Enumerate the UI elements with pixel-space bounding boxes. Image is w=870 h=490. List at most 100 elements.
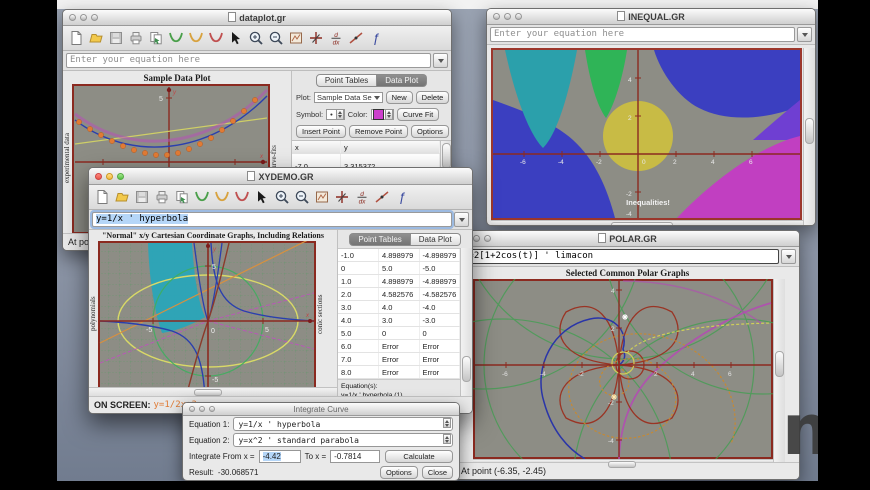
symbol-select[interactable]: • [326, 109, 345, 120]
table-row[interactable]: 0 5.0 -5.0 [338, 261, 460, 275]
close-button[interactable] [95, 172, 102, 180]
horizontal-scrollbar[interactable] [473, 459, 773, 468]
tab-point-tables[interactable]: Point Tables [315, 74, 378, 87]
integrate-titlebar[interactable]: Integrate Curve [183, 403, 459, 416]
pointer-icon[interactable] [228, 30, 244, 46]
inequal-graph[interactable]: -6 -4 -2 0 2 4 6 4 2 -2 -4 Inequalities! [491, 48, 802, 220]
zoom-button[interactable] [209, 406, 215, 412]
curve-orange-icon[interactable] [214, 189, 230, 205]
integral-icon[interactable] [368, 30, 384, 46]
table-row[interactable]: 8.0 Error Error [338, 365, 460, 379]
scroll-thumb[interactable] [608, 461, 636, 468]
table-row[interactable]: 7.0 Error Error [338, 352, 460, 366]
scroll-thumb[interactable] [194, 389, 222, 396]
column-header-y[interactable]: y [340, 141, 440, 154]
integral-icon[interactable] [394, 189, 410, 205]
zoom-button[interactable] [91, 14, 98, 21]
insert-point-button[interactable]: Insert Point [296, 125, 346, 138]
open-icon[interactable] [114, 189, 130, 205]
equation-input[interactable]: y=1/x ' hyperbola [92, 212, 452, 227]
minimize-button[interactable] [199, 406, 205, 412]
calculate-button[interactable]: Calculate [385, 449, 453, 463]
duplicate-icon[interactable] [174, 189, 190, 205]
tab-point-tables[interactable]: Point Tables [349, 233, 411, 246]
equation-input[interactable]: r=2[1+2cos(t)] ' limacon [459, 249, 779, 264]
curve-green-icon[interactable] [194, 189, 210, 205]
close-button[interactable]: Close [421, 465, 453, 479]
scroll-thumb[interactable] [462, 356, 471, 382]
tangent-icon[interactable] [374, 189, 390, 205]
options-button[interactable]: Options [379, 465, 418, 479]
save-icon[interactable] [108, 30, 124, 46]
curve-red-icon[interactable] [208, 30, 224, 46]
minimize-button[interactable] [80, 14, 87, 21]
equation-dropdown-button[interactable] [781, 249, 796, 264]
derivative-icon[interactable] [354, 189, 370, 205]
minimize-button[interactable] [504, 13, 511, 20]
zoom-in-icon[interactable] [248, 30, 264, 46]
zoom-out-icon[interactable] [294, 189, 310, 205]
scroll-thumb[interactable] [441, 143, 451, 169]
equation2-select[interactable]: y=x^2 ' standard parabola [233, 433, 453, 447]
pointer-icon[interactable] [254, 189, 270, 205]
delete-button[interactable]: Delete [415, 91, 450, 104]
zoom-button[interactable] [484, 235, 491, 242]
table-row[interactable]: 2.0 4.582576 -4.582576 [338, 287, 460, 301]
table-row[interactable]: 4.0 3.0 -3.0 [338, 313, 460, 327]
plot-window-icon[interactable] [288, 30, 304, 46]
color-select[interactable] [370, 109, 394, 120]
to-input[interactable]: -0.7814 [330, 449, 381, 463]
remove-point-button[interactable]: Remove Point [348, 125, 409, 138]
equation1-select[interactable]: y=1/x ' hyperbola [233, 417, 453, 431]
table-row[interactable]: 1.0 4.898979 -4.898979 [338, 274, 460, 288]
table-row[interactable]: -1.0 4.898979 -4.898979 [338, 249, 460, 262]
vertical-scrollbar[interactable] [803, 48, 815, 225]
minimize-button[interactable] [106, 172, 113, 180]
column-header-x[interactable]: x [292, 141, 341, 154]
equation-dropdown-button[interactable] [433, 53, 448, 68]
print-icon[interactable] [128, 30, 144, 46]
scroll-thumb[interactable] [611, 222, 673, 225]
equation-dropdown-button[interactable] [454, 212, 469, 227]
zoom-out-icon[interactable] [268, 30, 284, 46]
close-button[interactable] [493, 13, 500, 20]
zoom-button[interactable] [515, 13, 522, 20]
from-input[interactable]: -4.42 [258, 449, 301, 463]
duplicate-icon[interactable] [148, 30, 164, 46]
zoom-in-icon[interactable] [274, 189, 290, 205]
axes-icon[interactable] [334, 189, 350, 205]
table-scrollbar[interactable] [460, 248, 472, 396]
scroll-thumb[interactable] [805, 118, 814, 144]
print-icon[interactable] [154, 189, 170, 205]
plot-window-icon[interactable] [314, 189, 330, 205]
horizontal-scrollbar[interactable] [89, 387, 337, 396]
xydemo-titlebar[interactable]: XYDEMO.GR [89, 168, 472, 185]
new-document-icon[interactable] [94, 189, 110, 205]
minimize-button[interactable] [473, 235, 480, 242]
curve-green-icon[interactable] [168, 30, 184, 46]
plot-select[interactable]: Sample Data Se [314, 92, 383, 103]
curve-red-icon[interactable] [234, 189, 250, 205]
polar-titlebar[interactable]: POLAR.GR [456, 231, 799, 247]
equation-input[interactable]: Enter your equation here [66, 53, 431, 68]
tab-data-plot[interactable]: Data Plot [410, 233, 461, 246]
open-icon[interactable] [88, 30, 104, 46]
table-row[interactable]: 6.0 Error Error [338, 339, 460, 353]
new-button[interactable]: New [385, 91, 413, 104]
axes-icon[interactable] [308, 30, 324, 46]
curve-fit-button[interactable]: Curve Fit [396, 108, 440, 121]
horizontal-scrollbar[interactable] [491, 220, 803, 225]
table-row[interactable]: 5.0 0 0 [338, 326, 460, 340]
zoom-button[interactable] [117, 172, 124, 180]
close-button[interactable] [189, 406, 195, 412]
dataplot-titlebar[interactable]: dataplot.gr [63, 10, 451, 26]
curve-orange-icon[interactable] [188, 30, 204, 46]
scroll-thumb[interactable] [775, 351, 784, 377]
tangent-icon[interactable] [348, 30, 364, 46]
equation-dropdown-button[interactable] [797, 27, 812, 42]
options-button[interactable]: Options [411, 125, 449, 138]
equation-input[interactable]: Enter your equation here [490, 27, 795, 42]
derivative-icon[interactable] [328, 30, 344, 46]
polar-graph[interactable]: -6 -4 -2 2 4 6 4 2 -2 -4 [473, 279, 773, 459]
inequal-titlebar[interactable]: INEQUAL.GR [487, 9, 815, 25]
